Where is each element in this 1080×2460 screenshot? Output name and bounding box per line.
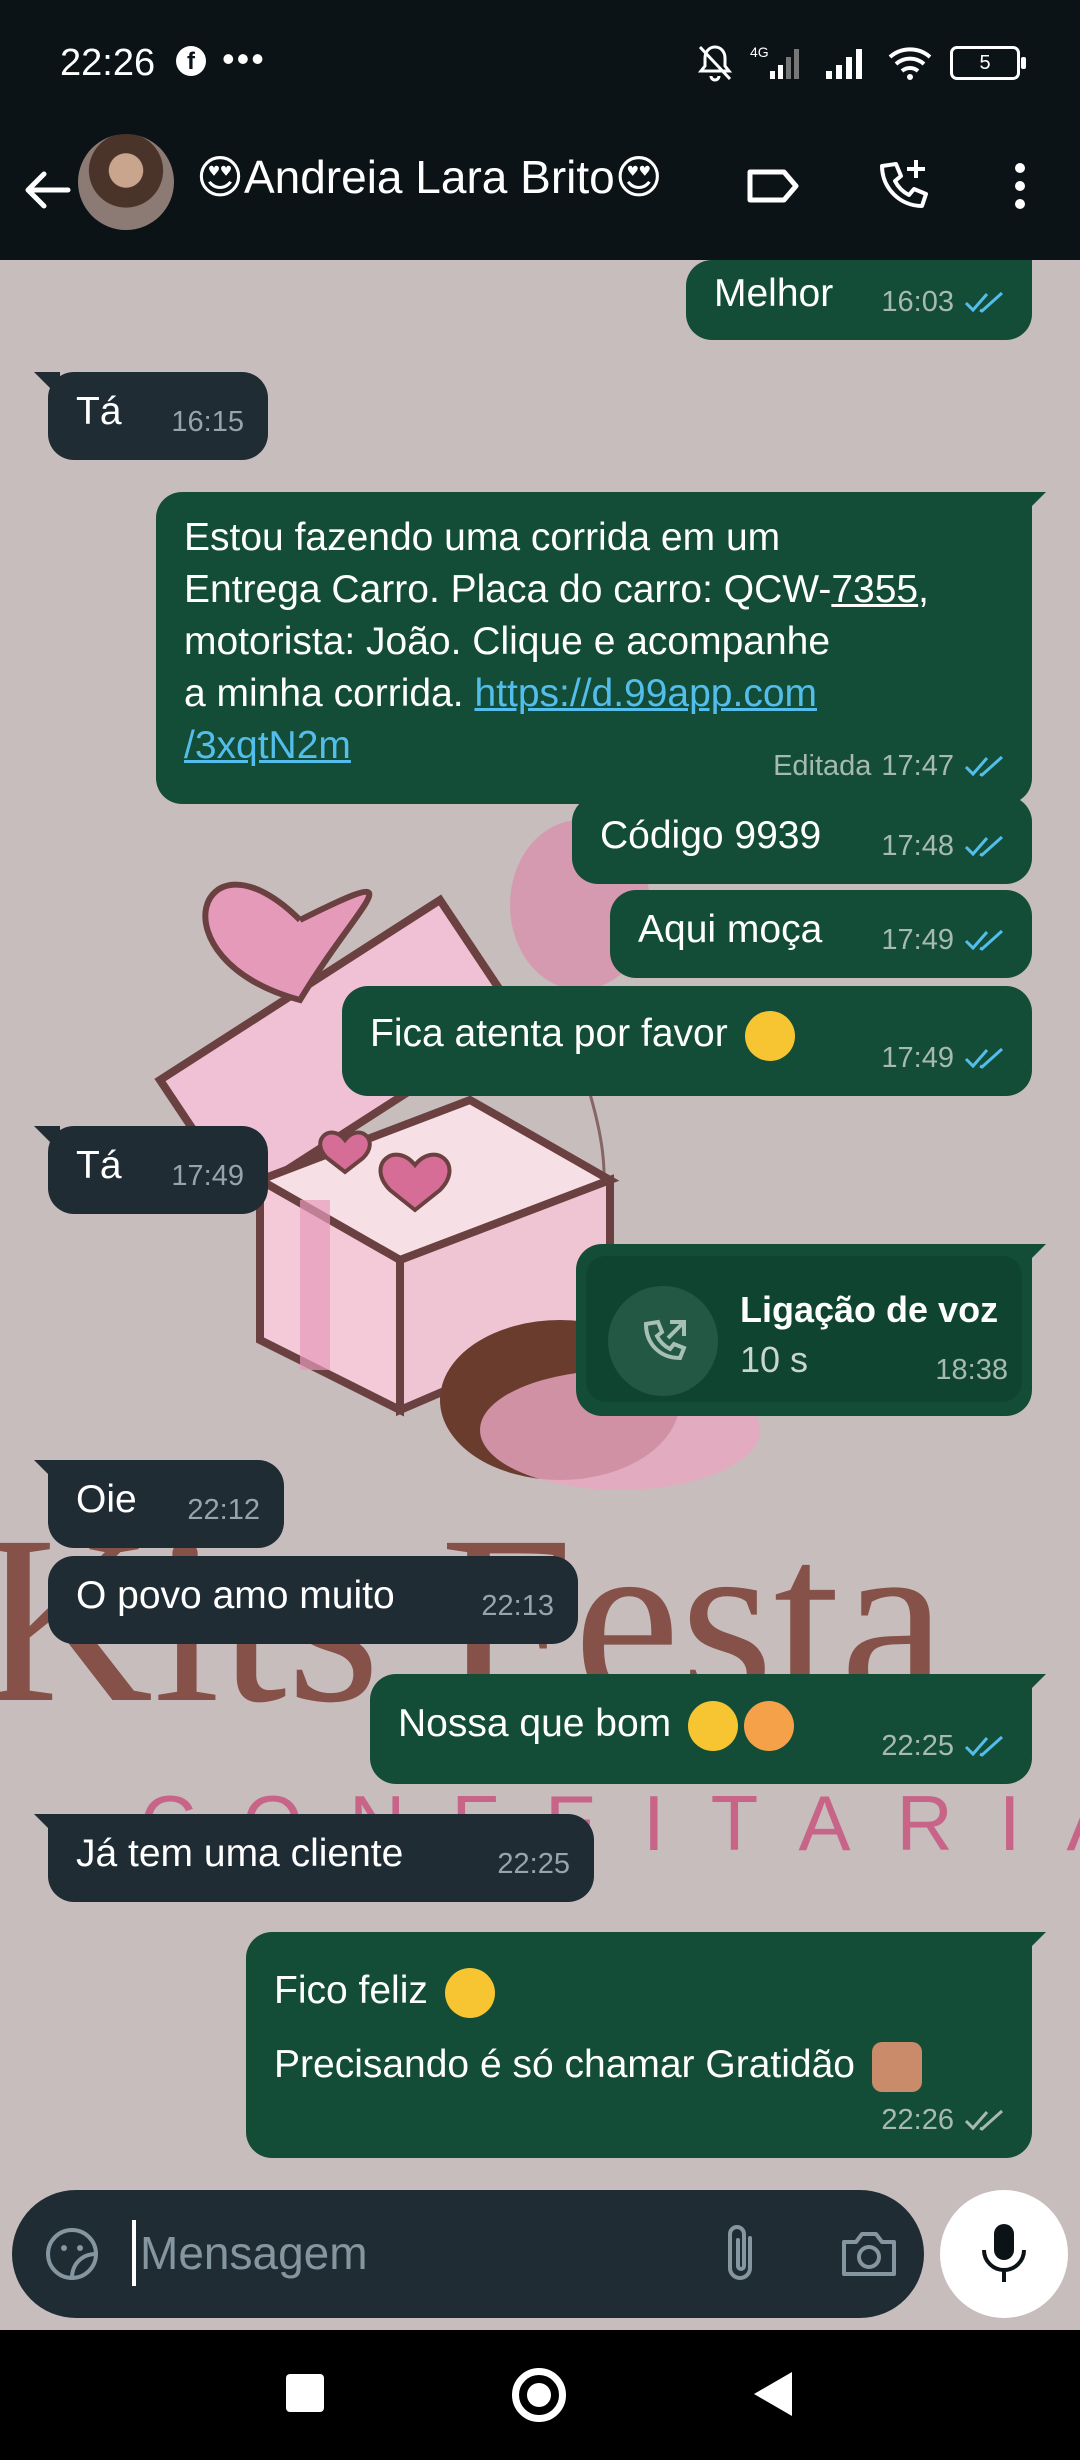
contact-name[interactable]: 😍Andreia Lara Brito😍 (196, 150, 663, 204)
message-outgoing[interactable]: Aqui moça 17:49 (610, 890, 1032, 978)
system-nav-bar (0, 2330, 1080, 2460)
message-text: Aqui moça (638, 908, 823, 951)
message-meta: 17:48 (881, 820, 1008, 872)
message-time: 18:38 (935, 1354, 1008, 1386)
more-options-icon[interactable] (990, 156, 1050, 216)
read-ticks-icon (964, 1047, 1004, 1069)
message-time: 17:48 (881, 830, 954, 862)
signal-4g-icon: 4G (750, 44, 799, 79)
sticker-icon[interactable] (42, 2224, 102, 2284)
message-meta: 22:25 (881, 1720, 1008, 1772)
message-text: Oie (76, 1478, 137, 1521)
signal-icon (826, 49, 862, 79)
message-text: Fico feliz Precisando é só chamar Gratid… (274, 1954, 922, 2102)
smiling-blush-emoji-icon (688, 1700, 738, 1751)
edited-label: Editada (773, 750, 872, 782)
message-time: 17:47 (881, 750, 954, 782)
message-time: 16:15 (171, 406, 244, 438)
call-icon-circle (608, 1286, 718, 1396)
message-time: 22:13 (481, 1590, 554, 1622)
outgoing-call-icon (643, 1319, 687, 1361)
message-time: 17:49 (171, 1160, 244, 1192)
message-outgoing[interactable]: Fica atenta por favor 17:49 (342, 986, 1032, 1096)
message-input[interactable]: Mensagem (140, 2226, 368, 2280)
status-bar: 22:26 f ••• 4G 5 (0, 0, 1080, 128)
message-outgoing-ride-link[interactable]: Estou fazendo uma corrida em um Entrega … (156, 492, 1046, 804)
read-ticks-icon (964, 291, 1004, 313)
message-text: Estou fazendo uma corrida em um Entrega … (184, 516, 929, 767)
wifi-icon (888, 47, 932, 80)
voice-record-button[interactable] (940, 2190, 1068, 2318)
message-time: 22:25 (881, 1730, 954, 1762)
mute-icon (697, 45, 733, 82)
back-arrow-icon[interactable] (18, 160, 78, 220)
call-title: Ligação de voz (740, 1289, 999, 1330)
message-text: Já tem uma cliente (76, 1832, 404, 1875)
contact-avatar[interactable] (78, 134, 174, 230)
add-call-icon[interactable] (872, 156, 932, 216)
message-time: 22:12 (187, 1494, 260, 1526)
status-icons: 4G 5 (696, 38, 1026, 88)
plate-number: 7355 (831, 568, 919, 611)
message-incoming[interactable]: Oie 22:12 (34, 1460, 284, 1548)
message-composer[interactable]: Mensagem (12, 2190, 924, 2318)
message-text: Melhor (714, 272, 834, 315)
message-time: 16:03 (881, 286, 954, 318)
message-text: Código 9939 (600, 814, 822, 857)
message-time: 22:26 (881, 2104, 954, 2136)
message-meta: 17:49 (881, 914, 1008, 966)
message-text: Nossa que bom (398, 1698, 794, 1751)
battery-icon: 5 (950, 46, 1026, 80)
read-ticks-icon (964, 755, 1004, 777)
read-ticks-icon (964, 835, 1004, 857)
text-caret (132, 2220, 136, 2286)
ride-link[interactable]: https://d.99app.com (474, 672, 817, 715)
facebook-notification-icon: f (176, 46, 206, 76)
message-outgoing[interactable]: Nossa que bom 22:25 (370, 1674, 1046, 1784)
call-duration: 10 s (740, 1339, 809, 1380)
message-time: 17:49 (881, 1042, 954, 1074)
read-ticks-icon (964, 929, 1004, 951)
message-meta: 17:49 (881, 1032, 1008, 1084)
message-meta: 16:03 (881, 276, 1008, 328)
delivered-ticks-icon (964, 2109, 1004, 2131)
message-meta: Editada 17:47 (773, 740, 1008, 792)
grinning-emoji-icon (744, 1010, 795, 1061)
message-outgoing[interactable]: Fico feliz Precisando é só chamar Gratid… (246, 1932, 1046, 2158)
back-button[interactable] (752, 2370, 794, 2418)
svg-text:4G: 4G (750, 44, 769, 60)
camera-icon[interactable] (838, 2224, 900, 2284)
message-text: O povo amo muito (76, 1574, 395, 1617)
message-incoming[interactable]: O povo amo muito 22:13 (48, 1556, 578, 1644)
message-incoming[interactable]: Já tem uma cliente 22:25 (34, 1814, 594, 1902)
message-incoming[interactable]: Tá 17:49 (34, 1126, 268, 1214)
message-outgoing[interactable]: Código 9939 17:48 (572, 796, 1032, 884)
message-outgoing[interactable]: Melhor 16:03 (686, 260, 1032, 340)
attach-icon[interactable] (712, 2222, 772, 2286)
praying-hands-emoji-icon (871, 2041, 922, 2092)
more-notifications-icon: ••• (222, 38, 266, 79)
smiling-emoji-icon (444, 1967, 495, 2018)
chat-area[interactable]: Kits Festa CONFEITARIA Melhor 16:03 Tá 1… (0, 260, 1080, 2212)
chat-header: 😍Andreia Lara Brito😍 (0, 128, 1080, 260)
message-text: Fica atenta por favor (370, 1008, 795, 1061)
voice-call-message[interactable]: Ligação de voz 10 s 18:38 (576, 1244, 1046, 1416)
ride-link-cont[interactable]: /3xqtN2m (184, 724, 351, 767)
mic-icon (982, 2224, 1026, 2282)
label-icon[interactable] (742, 156, 802, 216)
message-text: Tá (76, 1144, 122, 1187)
message-meta: 22:26 (881, 2094, 1008, 2146)
smiling-hearts-emoji-icon (744, 1700, 794, 1751)
message-time: 22:25 (497, 1848, 570, 1880)
message-time: 17:49 (881, 924, 954, 956)
status-time: 22:26 (60, 42, 156, 84)
message-incoming[interactable]: Tá 16:15 (34, 372, 268, 460)
message-text: Tá (76, 390, 122, 433)
home-button[interactable] (512, 2368, 566, 2422)
read-ticks-icon (964, 1735, 1004, 1757)
recents-button[interactable] (286, 2374, 324, 2412)
